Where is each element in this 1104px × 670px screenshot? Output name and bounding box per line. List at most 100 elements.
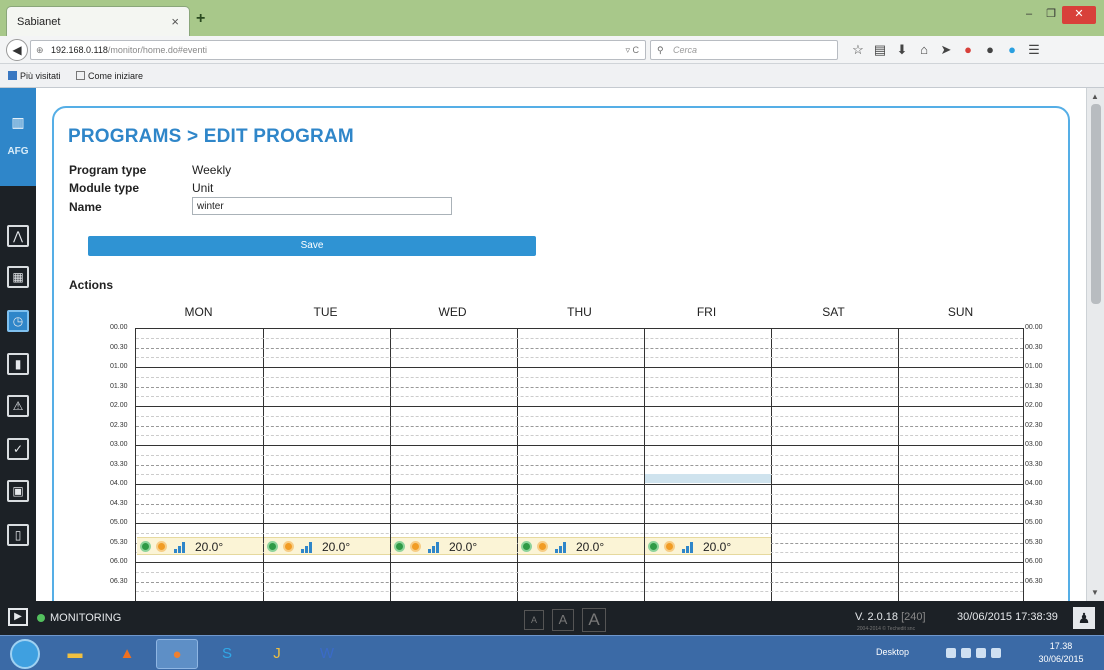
new-tab-button[interactable]: + [196, 10, 205, 28]
check-icon[interactable]: ✓ [7, 438, 29, 460]
on-status-icon [267, 540, 278, 552]
firefox-icon[interactable]: ● [156, 639, 198, 669]
tab-close-icon[interactable]: × [171, 14, 179, 29]
heating-mode-icon [410, 540, 421, 552]
schedule-event[interactable]: 20.0° [264, 536, 390, 555]
quarter-hour-line [136, 571, 1023, 573]
chat-icon[interactable]: ● [982, 40, 998, 60]
day-header-mon: MON [184, 305, 213, 319]
search-placeholder: Cerca [673, 45, 698, 55]
start-button[interactable] [10, 639, 40, 669]
quarter-hour-line [136, 454, 1023, 456]
time-label-right: 04.30 [1025, 499, 1043, 507]
page-scrollbar[interactable]: ▲ ▼ [1086, 88, 1104, 601]
back-button[interactable]: ◀ [6, 39, 28, 61]
save-button[interactable]: Save [88, 236, 536, 256]
addon-icon[interactable]: ● [960, 40, 976, 60]
schedule-event[interactable]: 20.0° [518, 536, 644, 555]
on-status-icon [140, 540, 151, 552]
send-icon[interactable]: ➤ [938, 40, 954, 60]
modules-icon[interactable]: ▦ [7, 266, 29, 288]
fan-speed-bar [174, 548, 177, 553]
time-label-left: 02.30 [110, 421, 128, 429]
version-info: V. 2.0.18 [240] [855, 611, 926, 623]
user-icon[interactable]: ♟ [1073, 607, 1095, 629]
name-input[interactable] [192, 197, 452, 215]
time-label-right: 01.30 [1025, 382, 1043, 390]
menu-icon[interactable]: ☰ [1026, 40, 1042, 60]
tray-monitor-icon[interactable] [976, 648, 986, 658]
font-small-button[interactable]: A [524, 610, 544, 630]
close-window-button[interactable]: ✕ [1062, 6, 1096, 24]
skype-icon[interactable]: ● [1004, 40, 1020, 60]
scrollbar-thumb[interactable] [1091, 104, 1101, 304]
fan-speed-bar [178, 545, 181, 553]
time-label-right: 01.00 [1025, 363, 1043, 370]
schedule-event[interactable]: 20.0° [645, 536, 771, 555]
device-icon[interactable]: ▯ [7, 524, 29, 546]
play-icon[interactable]: ▶ [8, 608, 28, 626]
quarter-hour-line [136, 396, 1023, 398]
fan-speed-bar [563, 541, 566, 553]
tray-network-icon[interactable] [961, 648, 971, 658]
skype-taskbar-icon[interactable]: S [206, 639, 248, 669]
time-label-right: 05.30 [1025, 538, 1043, 546]
fan-speed-icon [301, 541, 315, 553]
time-label-left: 06.00 [110, 558, 128, 565]
event-temperature: 20.0° [703, 539, 732, 554]
schedule-event[interactable]: 20.0° [391, 536, 517, 555]
search-input[interactable]: ⚲ Cerca [650, 40, 838, 60]
bookmark-star-icon[interactable]: ☆ [850, 40, 866, 60]
stats-icon[interactable]: ▮ [7, 353, 29, 375]
time-label-left: 01.30 [110, 382, 128, 390]
restore-button[interactable]: ❐ [1040, 6, 1062, 24]
bookmark-getting-started[interactable]: Come iniziare [76, 71, 143, 81]
download-icon[interactable]: ⬇ [894, 40, 910, 60]
half-hour-line [136, 503, 1023, 505]
word-icon[interactable]: W [306, 639, 348, 669]
tray-flag-icon[interactable] [946, 648, 956, 658]
chart-icon[interactable]: ⋀ [7, 225, 29, 247]
font-large-button[interactable]: A [582, 608, 606, 632]
time-label-right: 06.00 [1025, 558, 1043, 565]
taskbar-clock[interactable]: 17.38 30/06/2015 [1031, 640, 1091, 666]
windows-taskbar: ▬ ▲ ● S J W Desktop 17.38 30/06/2015 [0, 635, 1104, 670]
bookmark-most-visited[interactable]: Più visitati [8, 71, 61, 81]
address-bar[interactable]: ⊕ 192.168.0.118/monitor/home.do#eventi ▿… [30, 40, 646, 60]
home-icon[interactable]: ⌂ [916, 40, 932, 60]
quarter-hour-line [136, 435, 1023, 437]
fan-speed-bar [305, 545, 308, 553]
lock-icon[interactable]: ▣ [7, 480, 29, 502]
tray-volume-icon[interactable] [991, 648, 1001, 658]
browser-tab[interactable]: Sabianet × [6, 6, 190, 36]
day-header-tue: TUE [313, 305, 338, 319]
font-medium-button[interactable]: A [552, 609, 574, 631]
schedule-grid[interactable]: 20.0° 20.0° 20.0° 20.0° 20.0° [135, 328, 1024, 601]
search-icon: ⚲ [657, 45, 664, 55]
schedule-event[interactable]: 20.0° [137, 536, 263, 555]
day-header-wed: WED [438, 305, 467, 319]
reload-icon[interactable]: ▿ C [625, 41, 639, 59]
time-label-right: 02.30 [1025, 421, 1043, 429]
clipboard-icon[interactable]: ▤ [872, 40, 888, 60]
fan-speed-bar [301, 548, 304, 553]
minimize-button[interactable]: – [1018, 6, 1040, 24]
window-controls: – ❐ ✕ [1018, 6, 1096, 24]
time-label-right: 03.30 [1025, 460, 1043, 468]
vlc-icon[interactable]: ▲ [106, 639, 148, 669]
heating-mode-icon [283, 540, 294, 552]
scroll-up-icon[interactable]: ▲ [1091, 92, 1099, 101]
clock-icon[interactable]: ◷ [7, 310, 29, 332]
explorer-icon[interactable]: ▬ [54, 639, 96, 669]
selected-slot-highlight[interactable] [645, 474, 771, 483]
url-path: /monitor/home.do#eventi [107, 45, 207, 55]
scroll-down-icon[interactable]: ▼ [1091, 588, 1099, 597]
desktop-toolbar[interactable]: Desktop [876, 647, 909, 657]
app-j-icon[interactable]: J [256, 639, 298, 669]
fan-speed-icon [555, 541, 569, 553]
alarm-icon[interactable]: ⚠ [7, 395, 29, 417]
name-label: Name [69, 200, 102, 214]
day-header-sun: SUN [947, 305, 974, 319]
quarter-hour-line [136, 513, 1023, 515]
quarter-hour-line [136, 493, 1023, 495]
